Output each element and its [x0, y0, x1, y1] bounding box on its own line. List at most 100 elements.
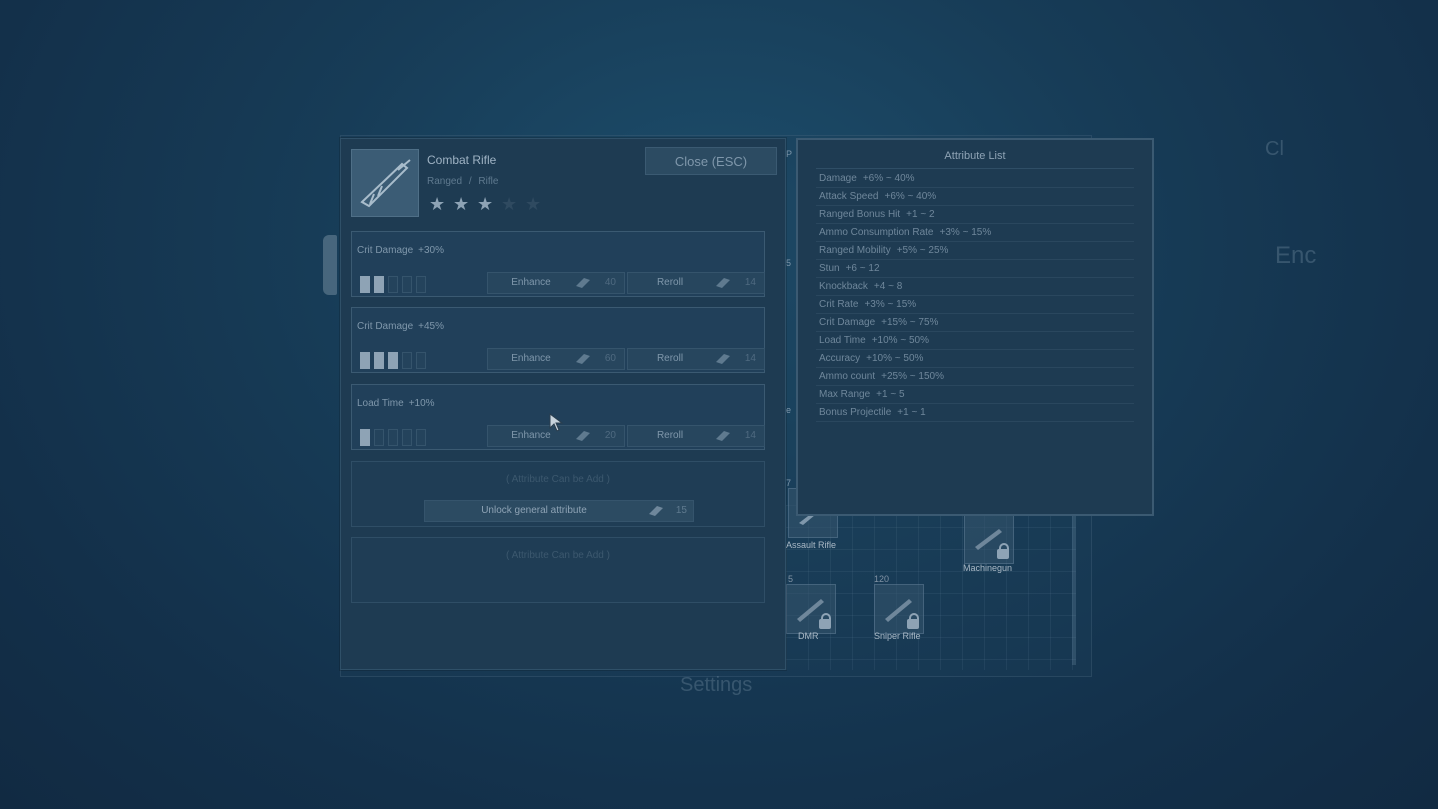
scrap-icon: [649, 506, 663, 516]
scrap-icon: [716, 431, 730, 441]
level-pip: [388, 276, 398, 293]
character-silhouette: [323, 235, 337, 295]
attribute-level-pips: [360, 352, 426, 369]
attribute-list-name: Ammo count: [819, 371, 876, 382]
star-icon: ★: [501, 194, 518, 214]
attribute-list-row: Crit Rate +3% ~ 15%: [816, 296, 1134, 314]
attribute-list: Damage +6% ~ 40% Attack Speed +6% ~ 40% Rang…: [816, 170, 1134, 422]
attribute-label: Crit Damage +30%: [357, 245, 444, 256]
weapon-label: Sniper Rifle: [874, 631, 921, 641]
attribute-label: Crit Damage +45%: [357, 321, 444, 332]
weapon-tree-scrollbar[interactable]: [1072, 515, 1076, 665]
side-mark: 7: [786, 478, 792, 488]
lock-icon: [907, 613, 919, 629]
weapon-label: Assault Rifle: [786, 540, 837, 550]
rifle-icon: [360, 159, 411, 208]
level-pip: [360, 352, 370, 369]
attribute-list-range: +6 ~ 12: [845, 263, 880, 274]
weapon-label: Machinegun: [963, 563, 1013, 573]
attribute-slot-empty: ( Attribute Can be Add ): [351, 537, 765, 603]
attribute-list-name: Stun: [819, 263, 840, 274]
enhance-button[interactable]: Enhance 60: [487, 348, 625, 370]
attribute-list-row: Knockback +4 ~ 8: [816, 278, 1134, 296]
attribute-value: +45%: [418, 321, 444, 332]
enhance-cost: 40: [604, 277, 616, 288]
reroll-cost: 14: [744, 353, 756, 364]
mouse-cursor-icon: [549, 413, 564, 432]
attribute-list-range: +1 ~ 1: [897, 407, 926, 418]
attribute-list-range: +25% ~ 150%: [881, 371, 944, 382]
attribute-list-name: Accuracy: [819, 353, 861, 364]
attribute-name: Crit Damage: [357, 321, 414, 332]
item-category: Ranged: [427, 176, 463, 187]
level-pip: [416, 276, 426, 293]
level-pip: [388, 429, 398, 446]
reroll-button[interactable]: Reroll 14: [627, 425, 765, 447]
item-subcategory: Rifle: [478, 176, 499, 187]
attribute-value: +30%: [418, 245, 444, 256]
scrap-icon: [576, 431, 590, 441]
attribute-slot-hint: ( Attribute Can be Add ): [506, 550, 610, 561]
attribute-level-pips: [360, 276, 426, 293]
enhance-button[interactable]: Enhance 40: [487, 272, 625, 294]
attribute-list-range: +5% ~ 25%: [896, 245, 949, 256]
level-pip: [388, 352, 398, 369]
reroll-label: Reroll: [656, 430, 684, 441]
weapon-node-machinegun[interactable]: [964, 514, 1014, 564]
level-pip: [374, 276, 384, 293]
lock-icon: [997, 543, 1009, 559]
attribute-list-name: Ranged Mobility: [819, 245, 891, 256]
attribute-list-title: Attribute List: [798, 150, 1152, 169]
scrap-icon: [576, 278, 590, 288]
level-pip: [360, 429, 370, 446]
reroll-label: Reroll: [656, 353, 684, 364]
side-mark: P: [786, 149, 793, 159]
level-pip: [416, 429, 426, 446]
attribute-list-name: Attack Speed: [819, 191, 879, 202]
star-icon: ★: [429, 194, 446, 214]
reroll-button[interactable]: Reroll 14: [627, 272, 765, 294]
attribute-slot: Crit Damage +30% Enhance 40 Reroll 14: [351, 231, 765, 297]
close-button[interactable]: Close (ESC): [645, 147, 777, 175]
attribute-list-row: Ammo count +25% ~ 150%: [816, 368, 1134, 386]
weapon-node-sniper-rifle[interactable]: [874, 584, 924, 634]
attribute-list-row: Ranged Mobility +5% ~ 25%: [816, 242, 1134, 260]
attribute-name: Load Time: [357, 398, 404, 409]
attribute-slot-hint: ( Attribute Can be Add ): [506, 474, 610, 485]
attribute-list-name: Ammo Consumption Rate: [819, 227, 934, 238]
attribute-slot: Crit Damage +45% Enhance 60 Reroll 14: [351, 307, 765, 373]
item-name: Combat Rifle: [427, 153, 497, 167]
item-rarity-stars: ★ ★ ★ ★ ★: [429, 195, 543, 213]
attribute-list-row: Bonus Projectile +1 ~ 1: [816, 404, 1134, 422]
level-pip: [374, 429, 384, 446]
attribute-list-range: +6% ~ 40%: [884, 191, 937, 202]
unlock-attribute-button[interactable]: Unlock general attribute 15: [424, 500, 694, 522]
scrap-icon: [716, 354, 730, 364]
enhance-label: Enhance: [511, 353, 551, 364]
item-type-separator: /: [468, 176, 472, 187]
attribute-list-row: Stun +6 ~ 12: [816, 260, 1134, 278]
attribute-list-row: Ranged Bonus Hit +1 ~ 2: [816, 206, 1134, 224]
attribute-list-name: Damage: [819, 173, 857, 184]
attribute-list-name: Knockback: [819, 281, 868, 292]
attribute-list-row: Max Range +1 ~ 5: [816, 386, 1134, 404]
attribute-slot-empty: ( Attribute Can be Add ) Unlock general …: [351, 461, 765, 527]
reroll-button[interactable]: Reroll 14: [627, 348, 765, 370]
level-pip: [402, 276, 412, 293]
star-icon: ★: [525, 194, 542, 214]
attribute-list-name: Max Range: [819, 389, 871, 400]
background-enhance-text: Enc: [1275, 242, 1317, 269]
level-pip: [402, 352, 412, 369]
attribute-list-range: +4 ~ 8: [873, 281, 903, 292]
weapon-node-dmr[interactable]: [786, 584, 836, 634]
reroll-cost: 14: [744, 430, 756, 441]
attribute-list-row: Attack Speed +6% ~ 40%: [816, 188, 1134, 206]
attribute-list-range: +6% ~ 40%: [862, 173, 915, 184]
background-close-text: Cl: [1265, 138, 1284, 160]
attribute-label: Load Time +10%: [357, 398, 435, 409]
attribute-list-name: Ranged Bonus Hit: [819, 209, 901, 220]
star-icon: ★: [453, 194, 470, 214]
weapon-cost: 120: [874, 574, 890, 584]
scrap-icon: [576, 354, 590, 364]
attribute-level-pips: [360, 429, 426, 446]
